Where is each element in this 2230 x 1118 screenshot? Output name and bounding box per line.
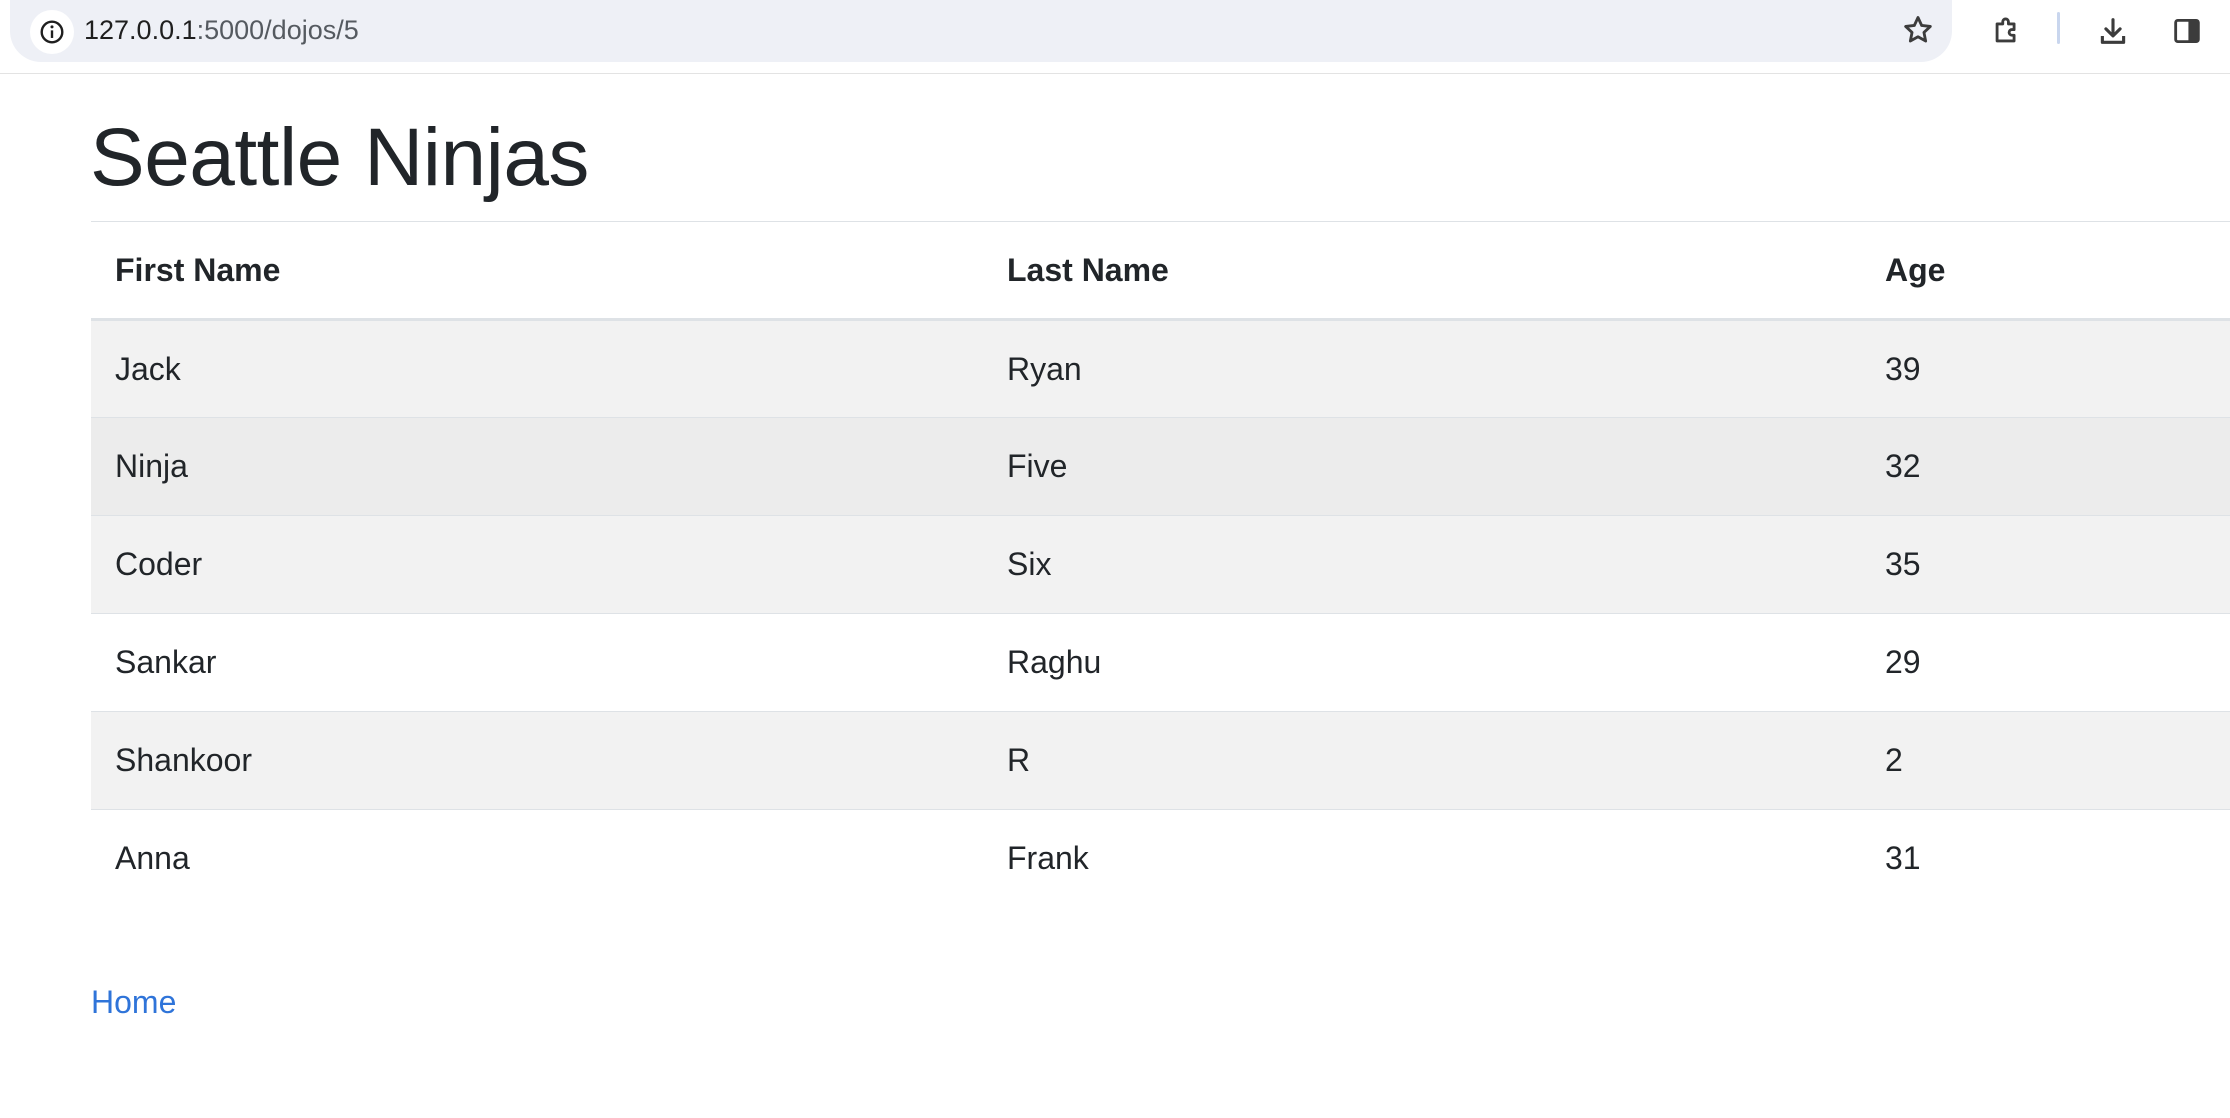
cell-first-name: Sankar xyxy=(115,644,217,680)
cell-first-name: Ninja xyxy=(115,448,188,484)
header-last-name: Last Name xyxy=(1007,251,1169,288)
address-bar[interactable]: 127.0.0.1:5000/dojos/5 xyxy=(10,0,1952,62)
cell-age: 31 xyxy=(1885,840,1921,877)
browser-toolbar: 127.0.0.1:5000/dojos/5 xyxy=(0,0,2230,74)
side-panel-icon[interactable] xyxy=(2162,6,2212,56)
puzzle-icon[interactable] xyxy=(1982,6,2032,56)
cell-age: 2 xyxy=(1885,742,1903,778)
cell-first-name: Coder xyxy=(115,546,203,582)
cell-last-name: Five xyxy=(1007,448,1068,484)
table-row: Coder Six 35 xyxy=(91,515,2230,614)
cell-last-name: Ryan xyxy=(1007,350,1082,387)
cell-last-name: Six xyxy=(1007,546,1052,582)
star-icon[interactable] xyxy=(1896,8,1940,52)
download-icon[interactable] xyxy=(2088,6,2138,56)
home-link[interactable]: Home xyxy=(91,984,176,1021)
table-row: Jack Ryan 39 xyxy=(91,319,2230,418)
ninjas-table: First Name Last Name Age Jack Ryan 39 Ni… xyxy=(91,221,2230,908)
cell-first-name: Jack xyxy=(115,350,181,387)
toolbar-divider xyxy=(2057,12,2060,44)
cell-age: 35 xyxy=(1885,546,1921,582)
table-header-row: First Name Last Name Age xyxy=(91,221,2230,320)
cell-age: 32 xyxy=(1885,448,1921,484)
cell-last-name: Raghu xyxy=(1007,644,1102,680)
cell-first-name: Anna xyxy=(115,840,190,877)
page-title: Seattle Ninjas xyxy=(90,112,589,203)
info-circle-icon[interactable] xyxy=(30,10,74,54)
table-row: Sankar Raghu 29 xyxy=(91,614,2230,712)
table-row: Ninja Five 32 xyxy=(91,417,2230,516)
cell-age: 39 xyxy=(1885,350,1921,387)
cell-last-name: Frank xyxy=(1007,840,1089,877)
url-host: 127.0.0.1 xyxy=(84,15,197,45)
cell-last-name: R xyxy=(1007,742,1031,778)
url-path: :5000/dojos/5 xyxy=(196,15,359,45)
table-row: Anna Frank 31 xyxy=(91,810,2230,908)
header-first-name: First Name xyxy=(115,251,281,288)
cell-first-name: Shankoor xyxy=(115,742,252,778)
header-age: Age xyxy=(1885,251,1946,288)
page-content: Seattle Ninjas First Name Last Name Age … xyxy=(90,74,2230,1021)
url-text[interactable]: 127.0.0.1:5000/dojos/5 xyxy=(84,10,359,50)
table-row: Shankoor R 2 xyxy=(91,711,2230,810)
cell-age: 29 xyxy=(1885,644,1921,680)
